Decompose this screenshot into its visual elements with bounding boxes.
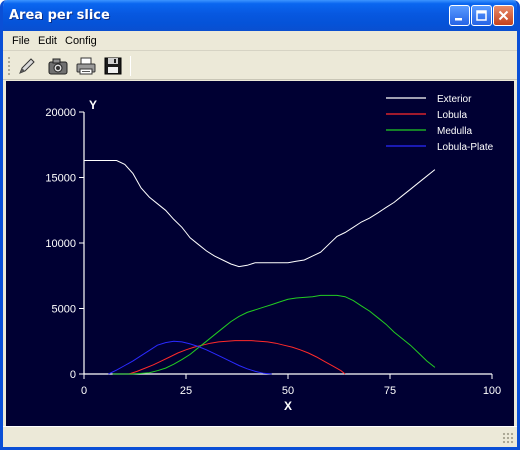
menu-config[interactable]: Config [65, 35, 97, 47]
area-per-slice-chart: 0 25 50 75 100 0 5000 10000 15000 20000 X Y Exterior… [45, 94, 501, 413]
snapshot-button[interactable] [47, 55, 69, 77]
maximize-button[interactable] [471, 5, 492, 26]
legend-label: Lobula-Plate [437, 142, 494, 153]
app-window: Area per slice File Edit Config 0 25 50 … [0, 0, 520, 450]
save-button[interactable] [102, 55, 124, 77]
minimize-button[interactable] [449, 5, 470, 26]
y-tick-label: 10000 [45, 238, 76, 250]
x-tick-label: 100 [483, 385, 501, 397]
y-tick-label: 0 [70, 369, 76, 381]
pencil-icon [19, 58, 35, 74]
x-tick-label: 0 [81, 385, 87, 397]
toolbar [3, 52, 517, 80]
x-tick-label: 50 [282, 385, 294, 397]
x-tick-label: 75 [384, 385, 396, 397]
printer-icon [76, 57, 96, 75]
window-title: Area per slice [9, 8, 110, 23]
plot-area[interactable]: 0 25 50 75 100 0 5000 10000 15000 20000 X Y Exterior… [6, 81, 514, 426]
maximize-icon [476, 10, 487, 21]
legend-label: Exterior [437, 94, 472, 105]
title-bar[interactable]: Area per slice [3, 0, 517, 31]
x-tick-label: 25 [180, 385, 192, 397]
y-tick-label: 15000 [45, 173, 76, 185]
floppy-disk-icon [104, 57, 122, 75]
menu-file[interactable]: File [12, 35, 30, 47]
close-icon [498, 10, 509, 21]
series-line-medulla [112, 294, 436, 375]
menu-edit[interactable]: Edit [38, 35, 57, 47]
series-line-lobula-plate [108, 340, 272, 375]
legend-label: Lobula [437, 110, 467, 121]
y-tick-label: 5000 [52, 304, 76, 316]
print-button[interactable] [75, 55, 97, 77]
y-axis-label: Y [89, 98, 97, 112]
status-bar [3, 426, 517, 447]
series-line-exterior [84, 160, 436, 268]
resize-grip[interactable] [502, 432, 514, 444]
toolbar-grip[interactable] [7, 56, 11, 76]
close-button[interactable] [493, 5, 514, 26]
x-axis-label: X [284, 399, 292, 413]
legend-label: Medulla [437, 126, 472, 137]
toolbar-separator [130, 56, 131, 76]
window-edge-marker [0, 205, 3, 213]
minimize-icon [455, 18, 462, 21]
camera-icon [48, 58, 68, 75]
edit-tool-button[interactable] [16, 55, 38, 77]
menu-bar: File Edit Config [3, 31, 517, 51]
y-tick-label: 20000 [45, 107, 76, 119]
